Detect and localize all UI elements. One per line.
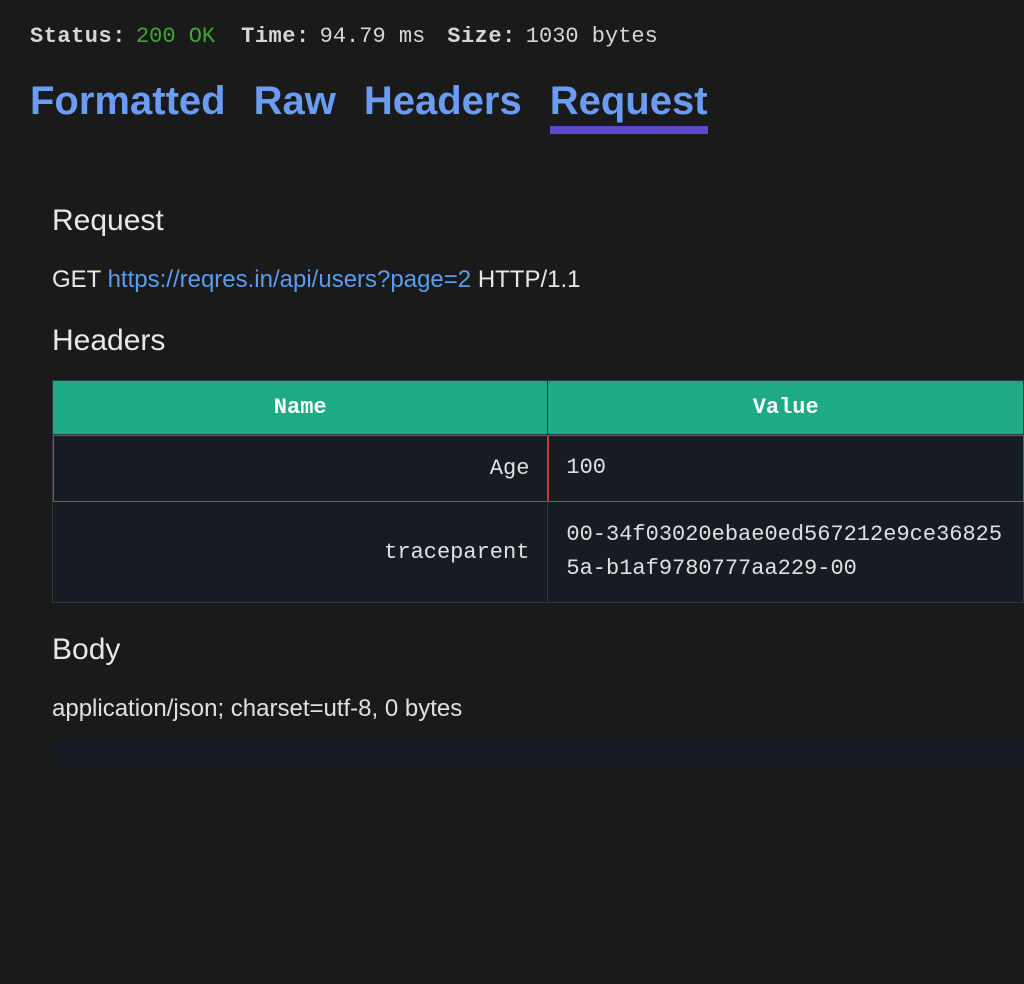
size-label: Size: — [447, 24, 516, 49]
request-method: GET — [52, 266, 101, 293]
header-value: 100 — [548, 435, 1024, 502]
status-value: 200 OK — [136, 24, 215, 49]
request-panel: Request GET https://reqres.in/api/users?… — [0, 134, 1024, 765]
request-protocol: HTTP/1.1 — [478, 266, 581, 293]
size-value: 1030 bytes — [526, 24, 658, 49]
headers-table: Name Value Age 100 traceparent 00-34f030… — [52, 380, 1024, 603]
tab-request[interactable]: Request — [550, 79, 708, 134]
headers-col-name: Name — [53, 381, 548, 435]
headers-col-value: Value — [548, 381, 1024, 435]
tab-raw[interactable]: Raw — [254, 79, 336, 134]
time-value: 94.79 ms — [320, 24, 426, 49]
section-title-body: Body — [52, 633, 1024, 667]
response-tabs: Formatted Raw Headers Request — [0, 61, 1024, 134]
table-row: traceparent 00-34f03020ebae0ed567212e9ce… — [53, 502, 1024, 603]
time-label: Time: — [241, 24, 310, 49]
status-label: Status: — [30, 24, 126, 49]
tab-formatted[interactable]: Formatted — [30, 79, 226, 134]
body-meta: application/json; charset=utf-8, 0 bytes — [52, 695, 1024, 723]
section-title-headers: Headers — [52, 324, 1024, 358]
table-row: Age 100 — [53, 435, 1024, 502]
request-url[interactable]: https://reqres.in/api/users?page=2 — [108, 266, 472, 293]
request-line: GET https://reqres.in/api/users?page=2 H… — [52, 266, 1024, 294]
response-status-bar: Status: 200 OK Time: 94.79 ms Size: 1030… — [0, 0, 1024, 61]
body-content-block — [52, 741, 1024, 765]
tab-headers[interactable]: Headers — [364, 79, 522, 134]
header-value: 00-34f03020ebae0ed567212e9ce368255a-b1af… — [548, 502, 1024, 603]
section-title-request: Request — [52, 204, 1024, 238]
header-name: Age — [53, 435, 548, 502]
header-name: traceparent — [53, 502, 548, 603]
